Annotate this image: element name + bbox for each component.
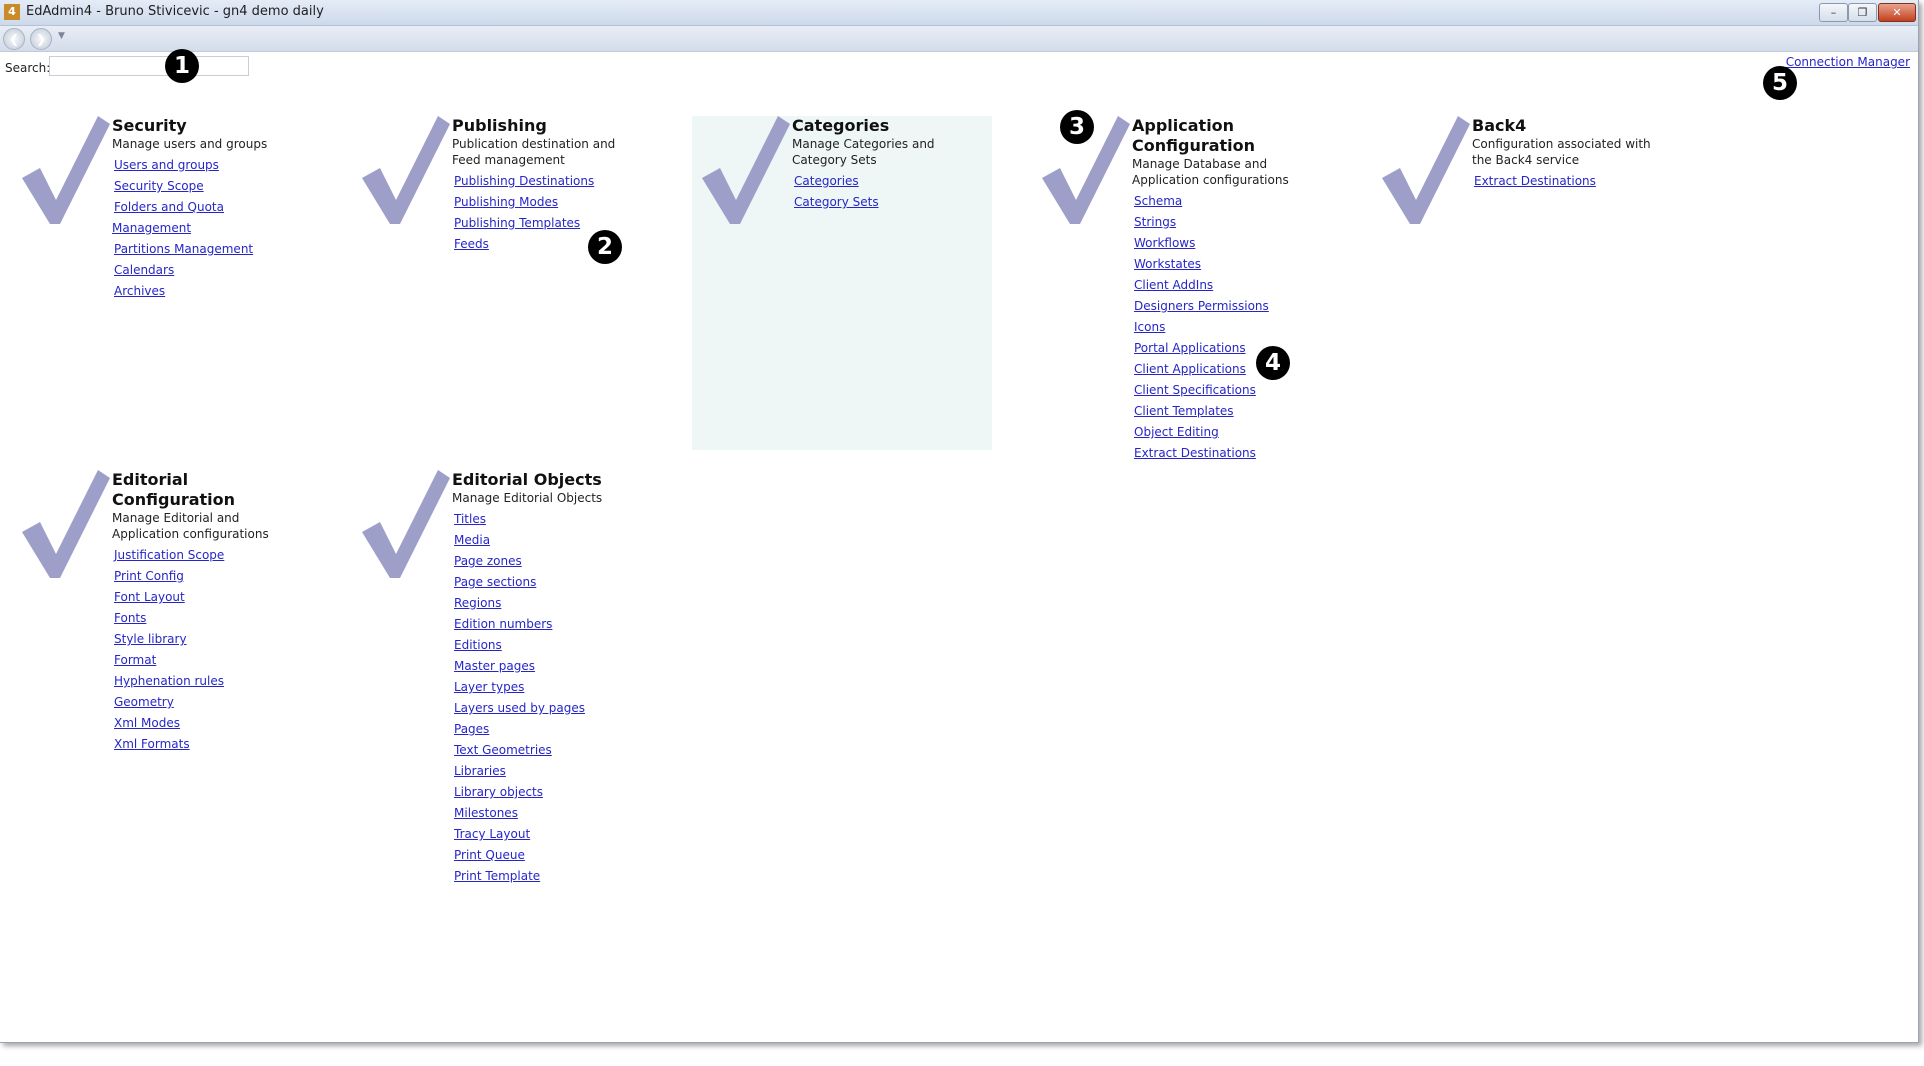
panel-application-configuration: Application Configuration Manage Databas… [1020, 116, 1320, 460]
search-label: Search: [5, 61, 51, 75]
panel-description: Manage Editorial and Application configu… [112, 511, 269, 541]
checkmark-icon [22, 116, 110, 224]
panel-security: Security Manage users and groups Users a… [0, 116, 300, 298]
link-print-config[interactable]: Print Config [114, 569, 184, 583]
link-partitions-management[interactable]: Partitions Management [114, 242, 253, 256]
link-media[interactable]: Media [454, 533, 490, 547]
link-client-specifications[interactable]: Client Specifications [1134, 383, 1256, 397]
link-client-applications[interactable]: Client Applications [1134, 362, 1246, 376]
link-users-and-groups[interactable]: Users and groups [114, 158, 219, 172]
link-feeds[interactable]: Feeds [454, 237, 489, 251]
title-bar: 4 EdAdmin4 - Bruno Stivicevic - gn4 demo… [0, 0, 1918, 26]
app-icon: 4 [4, 4, 20, 20]
link-editions[interactable]: Editions [454, 638, 502, 652]
link-icons[interactable]: Icons [1134, 320, 1165, 334]
panel-title: Security [112, 116, 187, 135]
link-text-geometries[interactable]: Text Geometries [454, 743, 552, 757]
link-folders-and-quota-management[interactable]: Folders and Quota Management [112, 200, 224, 235]
link-publishing-modes[interactable]: Publishing Modes [454, 195, 558, 209]
link-libraries[interactable]: Libraries [454, 764, 506, 778]
link-page-sections[interactable]: Page sections [454, 575, 536, 589]
connection-manager-link[interactable]: Connection Manager [1786, 55, 1910, 69]
checkmark-icon [22, 470, 110, 578]
panel-description: Manage Editorial Objects [452, 491, 603, 505]
panel-categories: Categories Manage Categories and Categor… [692, 116, 992, 450]
annotation-marker-3: 3 [1060, 110, 1094, 144]
checkmark-icon [362, 116, 450, 224]
link-regions[interactable]: Regions [454, 596, 501, 610]
annotation-marker-2: 2 [588, 230, 622, 264]
link-designers-permissions[interactable]: Designers Permissions [1134, 299, 1269, 313]
panel-description: Configuration associated with the Back4 … [1472, 137, 1651, 167]
panel-back4: Back4 Configuration associated with the … [1360, 116, 1660, 236]
link-fonts[interactable]: Fonts [114, 611, 146, 625]
search-input[interactable] [49, 56, 249, 76]
panel-title: Application Configuration [1132, 116, 1256, 155]
panel-description: Manage Categories and Category Sets [792, 137, 935, 167]
link-extract-destinations[interactable]: Extract Destinations [1134, 446, 1256, 460]
link-portal-applications[interactable]: Portal Applications [1134, 341, 1246, 355]
link-font-layout[interactable]: Font Layout [114, 590, 185, 604]
link-titles[interactable]: Titles [454, 512, 486, 526]
link-client-addins[interactable]: Client AddIns [1134, 278, 1213, 292]
link-print-template[interactable]: Print Template [454, 869, 540, 883]
link-object-editing[interactable]: Object Editing [1134, 425, 1219, 439]
app-window: 4 EdAdmin4 - Bruno Stivicevic - gn4 demo… [0, 0, 1919, 1043]
maximize-button[interactable]: ❐ [1848, 3, 1877, 22]
link-client-templates[interactable]: Client Templates [1134, 404, 1234, 418]
panel-description: Manage Database and Application configur… [1132, 157, 1289, 187]
panel-title: Publishing [452, 116, 547, 135]
link-layer-types[interactable]: Layer types [454, 680, 524, 694]
link-geometry[interactable]: Geometry [114, 695, 174, 709]
link-schema[interactable]: Schema [1134, 194, 1182, 208]
link-justification-scope[interactable]: Justification Scope [114, 548, 224, 562]
panel-editorial-objects: Editorial Objects Manage Editorial Objec… [340, 470, 640, 890]
link-xml-formats[interactable]: Xml Formats [114, 737, 190, 751]
link-print-queue[interactable]: Print Queue [454, 848, 525, 862]
link-calendars[interactable]: Calendars [114, 263, 174, 277]
link-library-objects[interactable]: Library objects [454, 785, 543, 799]
link-categories[interactable]: Categories [794, 174, 859, 188]
link-workstates[interactable]: Workstates [1134, 257, 1201, 271]
link-xml-modes[interactable]: Xml Modes [114, 716, 180, 730]
link-style-library[interactable]: Style library [114, 632, 187, 646]
checkmark-icon [362, 470, 450, 578]
link-tracy-layout[interactable]: Tracy Layout [454, 827, 530, 841]
link-category-sets[interactable]: Category Sets [794, 195, 879, 209]
link-archives[interactable]: Archives [114, 284, 165, 298]
link-publishing-templates[interactable]: Publishing Templates [454, 216, 580, 230]
panel-description: Manage users and groups [112, 137, 268, 151]
link-hyphenation-rules[interactable]: Hyphenation rules [114, 674, 224, 688]
annotation-marker-1: 1 [165, 49, 199, 83]
link-publishing-destinations[interactable]: Publishing Destinations [454, 174, 594, 188]
link-layers-used-by-pages[interactable]: Layers used by pages [454, 701, 585, 715]
link-pages[interactable]: Pages [454, 722, 489, 736]
link-strings[interactable]: Strings [1134, 215, 1176, 229]
navigation-bar: ❮ ❯ ▼ [0, 26, 1918, 52]
link-edition-numbers[interactable]: Edition numbers [454, 617, 552, 631]
back-arrow-icon[interactable]: ❮ [3, 28, 25, 50]
link-format[interactable]: Format [114, 653, 156, 667]
close-button[interactable]: ✕ [1878, 3, 1916, 22]
checkmark-icon [702, 116, 790, 224]
panel-title: Back4 [1472, 116, 1527, 135]
panel-title: Editorial Objects [452, 470, 602, 489]
history-dropdown-icon[interactable]: ▼ [58, 31, 65, 41]
link-milestones[interactable]: Milestones [454, 806, 518, 820]
link-extract-destinations[interactable]: Extract Destinations [1474, 174, 1596, 188]
panel-editorial-configuration: Editorial Configuration Manage Editorial… [0, 470, 300, 751]
panel-title: Categories [792, 116, 890, 135]
link-workflows[interactable]: Workflows [1134, 236, 1195, 250]
link-master-pages[interactable]: Master pages [454, 659, 535, 673]
link-page-zones[interactable]: Page zones [454, 554, 522, 568]
minimize-button[interactable]: – [1819, 3, 1848, 22]
annotation-marker-5: 5 [1763, 66, 1797, 100]
annotation-marker-4: 4 [1256, 346, 1290, 380]
forward-arrow-icon[interactable]: ❯ [30, 28, 52, 50]
panel-description: Publication destination and Feed managem… [452, 137, 616, 167]
link-security-scope[interactable]: Security Scope [114, 179, 204, 193]
checkmark-icon [1382, 116, 1470, 224]
window-title: EdAdmin4 - Bruno Stivicevic - gn4 demo d… [26, 4, 324, 19]
panel-title: Editorial Configuration [112, 470, 236, 509]
